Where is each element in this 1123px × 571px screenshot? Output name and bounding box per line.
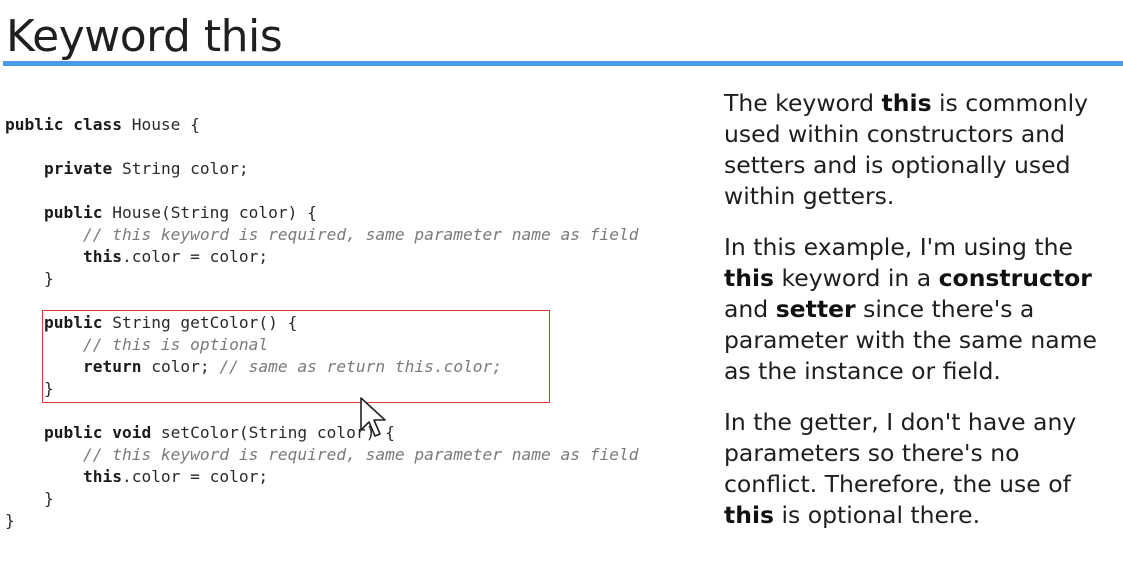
- code-line: this.color = color;: [5, 246, 638, 268]
- code-comment: // this keyword is required, same parame…: [82, 225, 639, 244]
- code-line: ​: [5, 136, 638, 158]
- explanation-paragraph: The keyword this is commonly used within…: [724, 88, 1120, 212]
- code-keyword: public class: [5, 115, 122, 134]
- slide-title: Keyword this: [6, 11, 283, 62]
- code-line: this.color = color;: [5, 466, 638, 488]
- paragraph-text: and: [724, 295, 776, 323]
- code-text: }: [5, 511, 15, 530]
- bold-term: setter: [775, 295, 856, 323]
- code-line: public class House {: [5, 114, 638, 136]
- bold-term: constructor: [938, 264, 1092, 292]
- code-line: ​: [5, 290, 638, 312]
- code-keyword: this: [82, 247, 122, 266]
- code-comment: // this keyword is required, same parame…: [82, 445, 639, 464]
- code-keyword: public: [43, 203, 103, 222]
- code-text: House(String color) {: [102, 203, 317, 222]
- code-text: .color = color;: [121, 247, 269, 266]
- bold-term: this: [881, 89, 932, 117]
- code-line: // this keyword is required, same parame…: [5, 444, 639, 466]
- code-line: }: [5, 510, 638, 532]
- getter-highlight-box: [42, 310, 550, 403]
- title-underline: [3, 61, 1123, 66]
- bold-term: this: [724, 264, 775, 292]
- mouse-pointer-icon: [360, 397, 386, 437]
- paragraph-text: is optional there.: [774, 501, 981, 529]
- code-line: }: [5, 488, 638, 510]
- code-line: public void setColor(String color) {: [5, 422, 638, 444]
- paragraph-text: keyword in a: [774, 264, 939, 292]
- explanation-paragraph: In the getter, I don't have any paramete…: [724, 407, 1120, 531]
- code-text: House {: [121, 115, 200, 134]
- code-keyword: public void: [43, 423, 152, 442]
- code-line: ​: [5, 400, 638, 422]
- code-text: }: [5, 269, 54, 288]
- code-line: // this keyword is required, same parame…: [5, 224, 639, 246]
- code-line: public House(String color) {: [5, 202, 638, 224]
- code-text: String color;: [112, 159, 249, 178]
- explanation-paragraph: In this example, I'm using the this keyw…: [724, 232, 1120, 387]
- paragraph-text: The keyword: [724, 89, 882, 117]
- paragraph-text: In the getter, I don't have any paramete…: [724, 408, 1077, 498]
- code-line: private String color;: [5, 158, 638, 180]
- bold-term: this: [724, 501, 775, 529]
- code-line: ​: [5, 180, 638, 202]
- code-text: .color = color;: [121, 467, 269, 486]
- paragraph-text: In this example, I'm using the: [724, 233, 1074, 261]
- code-text: }: [5, 489, 54, 508]
- code-line: }: [5, 268, 638, 290]
- code-keyword: private: [43, 159, 113, 178]
- code-keyword: this: [82, 467, 122, 486]
- explanation-panel: The keyword this is commonly used within…: [724, 88, 1120, 551]
